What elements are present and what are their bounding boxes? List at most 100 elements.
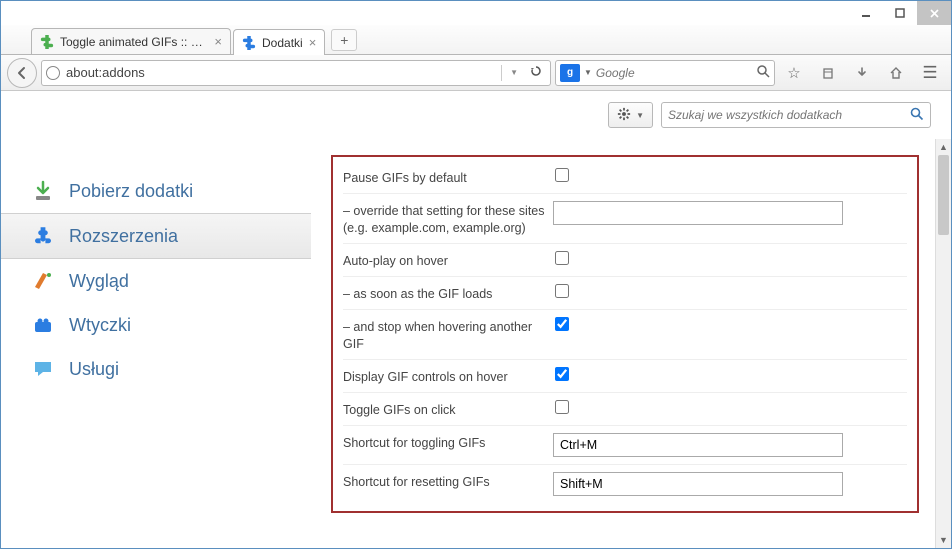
lego-icon (31, 313, 55, 337)
pref-label: Auto-play on hover (343, 251, 553, 269)
search-go-icon[interactable] (757, 65, 770, 81)
pref-label: Pause GIFs by default (343, 168, 553, 186)
pref-control (553, 168, 907, 182)
addons-main-row: Pobierz dodatki Rozszerzenia Wygląd (1, 139, 951, 548)
pref-control (553, 317, 907, 331)
pref-row: Pause GIFs by default (343, 161, 907, 194)
pref-checkbox[interactable] (555, 168, 569, 182)
browser-window: Toggle animated GIFs :: Do… × Dodatki × … (0, 0, 952, 549)
pref-row: – and stop when hovering another GIF (343, 310, 907, 360)
dropdown-icon: ▼ (636, 111, 644, 120)
addons-search-box[interactable] (661, 102, 931, 128)
addons-sidebar: Pobierz dodatki Rozszerzenia Wygląd (1, 139, 311, 548)
puzzle-icon (31, 224, 55, 248)
library-button[interactable] (813, 60, 843, 86)
pref-control (553, 251, 907, 265)
sidebar-item-plugins[interactable]: Wtyczki (1, 303, 311, 347)
addons-toolbar: ▼ (1, 91, 951, 139)
pref-label: – and stop when hovering another GIF (343, 317, 553, 352)
pref-row: Shortcut for toggling GIFs (343, 426, 907, 465)
bookmark-star-button[interactable]: ☆ (779, 60, 809, 86)
pref-checkbox[interactable] (555, 251, 569, 265)
sidebar-item-label: Rozszerzenia (69, 226, 178, 247)
url-bar[interactable]: ▼ (41, 60, 551, 86)
pref-row: Toggle GIFs on click (343, 393, 907, 426)
gear-icon (617, 107, 631, 124)
pref-row: Shortcut for resetting GIFs (343, 465, 907, 503)
addon-detail-scroll: Pause GIFs by default – override that set… (311, 139, 935, 548)
sidebar-item-label: Wygląd (69, 271, 129, 292)
scroll-up-button[interactable]: ▲ (936, 139, 951, 155)
dropdown-icon: ▼ (510, 68, 518, 77)
search-box[interactable]: g ▼ (555, 60, 775, 86)
pref-checkbox[interactable] (555, 367, 569, 381)
reload-button[interactable]: ▼ (497, 65, 546, 81)
url-input[interactable] (66, 62, 491, 84)
globe-icon (46, 66, 60, 80)
pref-row: Display GIF controls on hover (343, 360, 907, 393)
puzzle-icon (40, 35, 54, 49)
pref-control (553, 472, 907, 496)
tab-strip: Toggle animated GIFs :: Do… × Dodatki × … (1, 25, 951, 55)
pref-row: – override that setting for these sites … (343, 194, 907, 244)
sidebar-item-label: Usługi (69, 359, 119, 380)
paintbrush-icon (31, 269, 55, 293)
pref-label: – override that setting for these sites … (343, 201, 553, 236)
tab-title: Dodatki (262, 36, 303, 50)
dropdown-icon[interactable]: ▼ (584, 68, 592, 77)
tab-close-icon[interactable]: × (309, 35, 317, 50)
pref-control (553, 367, 907, 381)
pref-label: Shortcut for toggling GIFs (343, 433, 553, 451)
pref-label: Toggle GIFs on click (343, 400, 553, 418)
tab-title: Toggle animated GIFs :: Do… (60, 35, 208, 49)
tab-1[interactable]: Dodatki × (233, 29, 325, 55)
pref-label: – as soon as the GIF loads (343, 284, 553, 302)
addons-tools-button[interactable]: ▼ (608, 102, 653, 128)
tab-close-icon[interactable]: × (214, 34, 222, 49)
pref-label: Display GIF controls on hover (343, 367, 553, 385)
scroll-thumb[interactable] (938, 155, 949, 235)
addon-prefs-box: Pause GIFs by default – override that set… (331, 155, 919, 513)
home-button[interactable] (881, 60, 911, 86)
pref-text-input[interactable] (553, 472, 843, 496)
reload-icon (530, 65, 542, 80)
pref-checkbox[interactable] (555, 400, 569, 414)
pref-text-input[interactable] (553, 433, 843, 457)
addon-detail-pane: Pause GIFs by default – override that set… (311, 139, 951, 548)
sidebar-item-label: Pobierz dodatki (69, 181, 193, 202)
pref-checkbox[interactable] (555, 284, 569, 298)
hamburger-menu-button[interactable]: ☰ (915, 60, 945, 86)
scroll-down-button[interactable]: ▼ (936, 532, 951, 548)
pref-row: – as soon as the GIF loads (343, 277, 907, 310)
puzzle-icon (242, 36, 256, 50)
sidebar-item-extensions[interactable]: Rozszerzenia (1, 213, 311, 259)
pref-control (553, 433, 907, 457)
window-close-button[interactable] (917, 1, 951, 25)
search-go-icon[interactable] (910, 107, 924, 124)
pref-text-input[interactable] (553, 201, 843, 225)
new-tab-button[interactable]: + (331, 29, 357, 51)
search-input[interactable] (596, 66, 753, 80)
addons-search-input[interactable] (668, 108, 910, 122)
speech-bubble-icon (31, 357, 55, 381)
sidebar-item-label: Wtyczki (69, 315, 131, 336)
pref-label: Shortcut for resetting GIFs (343, 472, 553, 490)
sidebar-item-get-addons[interactable]: Pobierz dodatki (1, 169, 311, 213)
window-maximize-button[interactable] (883, 1, 917, 25)
back-button[interactable] (7, 58, 37, 88)
titlebar (1, 1, 951, 25)
search-engine-icon[interactable]: g (560, 64, 580, 82)
download-icon (31, 179, 55, 203)
pref-checkbox[interactable] (555, 317, 569, 331)
addons-page: ▼ Pobierz dodatki (1, 91, 951, 548)
downloads-button[interactable] (847, 60, 877, 86)
sidebar-item-services[interactable]: Usługi (1, 347, 311, 391)
sidebar-item-appearance[interactable]: Wygląd (1, 259, 311, 303)
tab-0[interactable]: Toggle animated GIFs :: Do… × (31, 28, 231, 54)
nav-toolbar: ▼ g ▼ ☆ ☰ (1, 55, 951, 91)
window-minimize-button[interactable] (849, 1, 883, 25)
pref-row: Auto-play on hover (343, 244, 907, 277)
vertical-scrollbar[interactable]: ▲ ▼ (935, 139, 951, 548)
pref-control (553, 400, 907, 414)
pref-control (553, 284, 907, 298)
